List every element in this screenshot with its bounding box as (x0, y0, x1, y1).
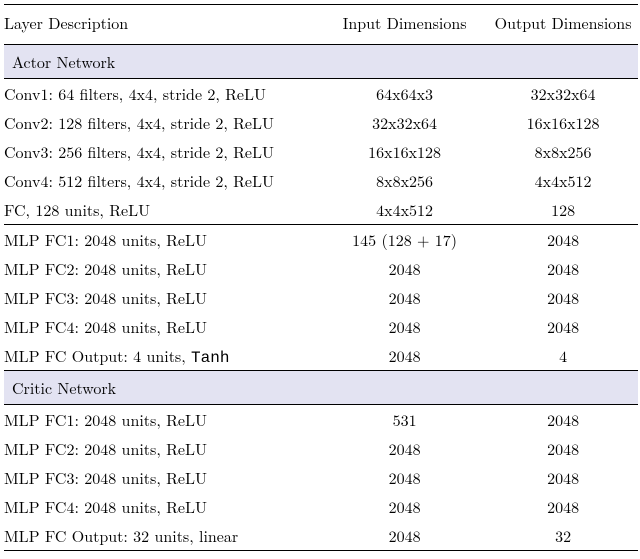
output-label-prefix: MLP FC Output: 4 units, (4, 344, 191, 367)
cell-output-dims: 128 (492, 195, 638, 225)
cell-input-dims: 32x32x64 (321, 108, 492, 137)
cell-input-dims: 145 (128 + 17) (321, 225, 492, 255)
cell-input-dims: 2048 (321, 254, 492, 283)
cell-output-dims: 4x4x512 (492, 166, 638, 195)
architecture-table: Layer Description Input Dimensions Outpu… (4, 4, 638, 551)
cell-layer-desc: MLP FC3: 2048 units, ReLU (4, 283, 321, 312)
architecture-table-container: Layer Description Input Dimensions Outpu… (0, 0, 640, 559)
tanh-label: Tanh (191, 349, 229, 367)
section-actor-network: Actor Network (4, 45, 638, 79)
table-row: FC, 128 units, ReLU 4x4x512 128 (4, 195, 638, 225)
cell-output-dims: 2048 (492, 463, 638, 492)
cell-input-dims: 2048 (321, 434, 492, 463)
cell-input-dims: 2048 (321, 521, 492, 551)
cell-layer-desc: MLP FC Output: 4 units, Tanh (4, 341, 321, 371)
cell-input-dims: 8x8x256 (321, 166, 492, 195)
cell-input-dims: 2048 (321, 463, 492, 492)
cell-input-dims: 16x16x128 (321, 137, 492, 166)
cell-layer-desc: Conv1: 64 filters, 4x4, stride 2, ReLU (4, 79, 321, 109)
cell-output-dims: 2048 (492, 225, 638, 255)
cell-layer-desc: Conv2: 128 filters, 4x4, stride 2, ReLU (4, 108, 321, 137)
cell-output-dims: 8x8x256 (492, 137, 638, 166)
cell-layer-desc: FC, 128 units, ReLU (4, 195, 321, 225)
cell-layer-desc: MLP FC Output: 32 units, linear (4, 521, 321, 551)
cell-layer-desc: MLP FC1: 2048 units, ReLU (4, 405, 321, 435)
section-label: Actor Network (4, 45, 638, 79)
cell-input-dims: 2048 (321, 283, 492, 312)
cell-output-dims: 32x32x64 (492, 79, 638, 109)
cell-output-dims: 2048 (492, 492, 638, 521)
cell-output-dims: 2048 (492, 434, 638, 463)
cell-layer-desc: Conv4: 512 filters, 4x4, stride 2, ReLU (4, 166, 321, 195)
table-row: MLP FC2: 2048 units, ReLU 2048 2048 (4, 434, 638, 463)
table-row: MLP FC1: 2048 units, ReLU 531 2048 (4, 405, 638, 435)
cell-layer-desc: MLP FC2: 2048 units, ReLU (4, 254, 321, 283)
cell-input-dims: 64x64x3 (321, 79, 492, 109)
table-row: Conv3: 256 filters, 4x4, stride 2, ReLU … (4, 137, 638, 166)
table-row: MLP FC2: 2048 units, ReLU 2048 2048 (4, 254, 638, 283)
table-row: Conv1: 64 filters, 4x4, stride 2, ReLU 6… (4, 79, 638, 109)
cell-input-dims: 531 (321, 405, 492, 435)
cell-output-dims: 2048 (492, 283, 638, 312)
table-row: MLP FC3: 2048 units, ReLU 2048 2048 (4, 283, 638, 312)
cell-layer-desc: Conv3: 256 filters, 4x4, stride 2, ReLU (4, 137, 321, 166)
cell-layer-desc: MLP FC4: 2048 units, ReLU (4, 312, 321, 341)
table-row: MLP FC1: 2048 units, ReLU 145 (128 + 17)… (4, 225, 638, 255)
cell-output-dims: 2048 (492, 405, 638, 435)
cell-output-dims: 2048 (492, 254, 638, 283)
table-row: Conv4: 512 filters, 4x4, stride 2, ReLU … (4, 166, 638, 195)
table-row: MLP FC3: 2048 units, ReLU 2048 2048 (4, 463, 638, 492)
table-row: MLP FC4: 2048 units, ReLU 2048 2048 (4, 312, 638, 341)
cell-layer-desc: MLP FC1: 2048 units, ReLU (4, 225, 321, 255)
cell-output-dims: 32 (492, 521, 638, 551)
cell-input-dims: 2048 (321, 492, 492, 521)
section-label: Critic Network (4, 371, 638, 405)
cell-layer-desc: MLP FC2: 2048 units, ReLU (4, 434, 321, 463)
cell-input-dims: 4x4x512 (321, 195, 492, 225)
cell-layer-desc: MLP FC3: 2048 units, ReLU (4, 463, 321, 492)
table-row: MLP FC Output: 32 units, linear 2048 32 (4, 521, 638, 551)
cell-layer-desc: MLP FC4: 2048 units, ReLU (4, 492, 321, 521)
table-row: Conv2: 128 filters, 4x4, stride 2, ReLU … (4, 108, 638, 137)
section-critic-network: Critic Network (4, 371, 638, 405)
cell-output-dims: 4 (492, 341, 638, 371)
cell-input-dims: 2048 (321, 341, 492, 371)
cell-output-dims: 2048 (492, 312, 638, 341)
cell-input-dims: 2048 (321, 312, 492, 341)
header-output-dimensions: Output Dimensions (492, 5, 638, 45)
header-layer-description: Layer Description (4, 5, 321, 45)
header-input-dimensions: Input Dimensions (321, 5, 492, 45)
table-row: MLP FC4: 2048 units, ReLU 2048 2048 (4, 492, 638, 521)
table-row: MLP FC Output: 4 units, Tanh 2048 4 (4, 341, 638, 371)
cell-output-dims: 16x16x128 (492, 108, 638, 137)
